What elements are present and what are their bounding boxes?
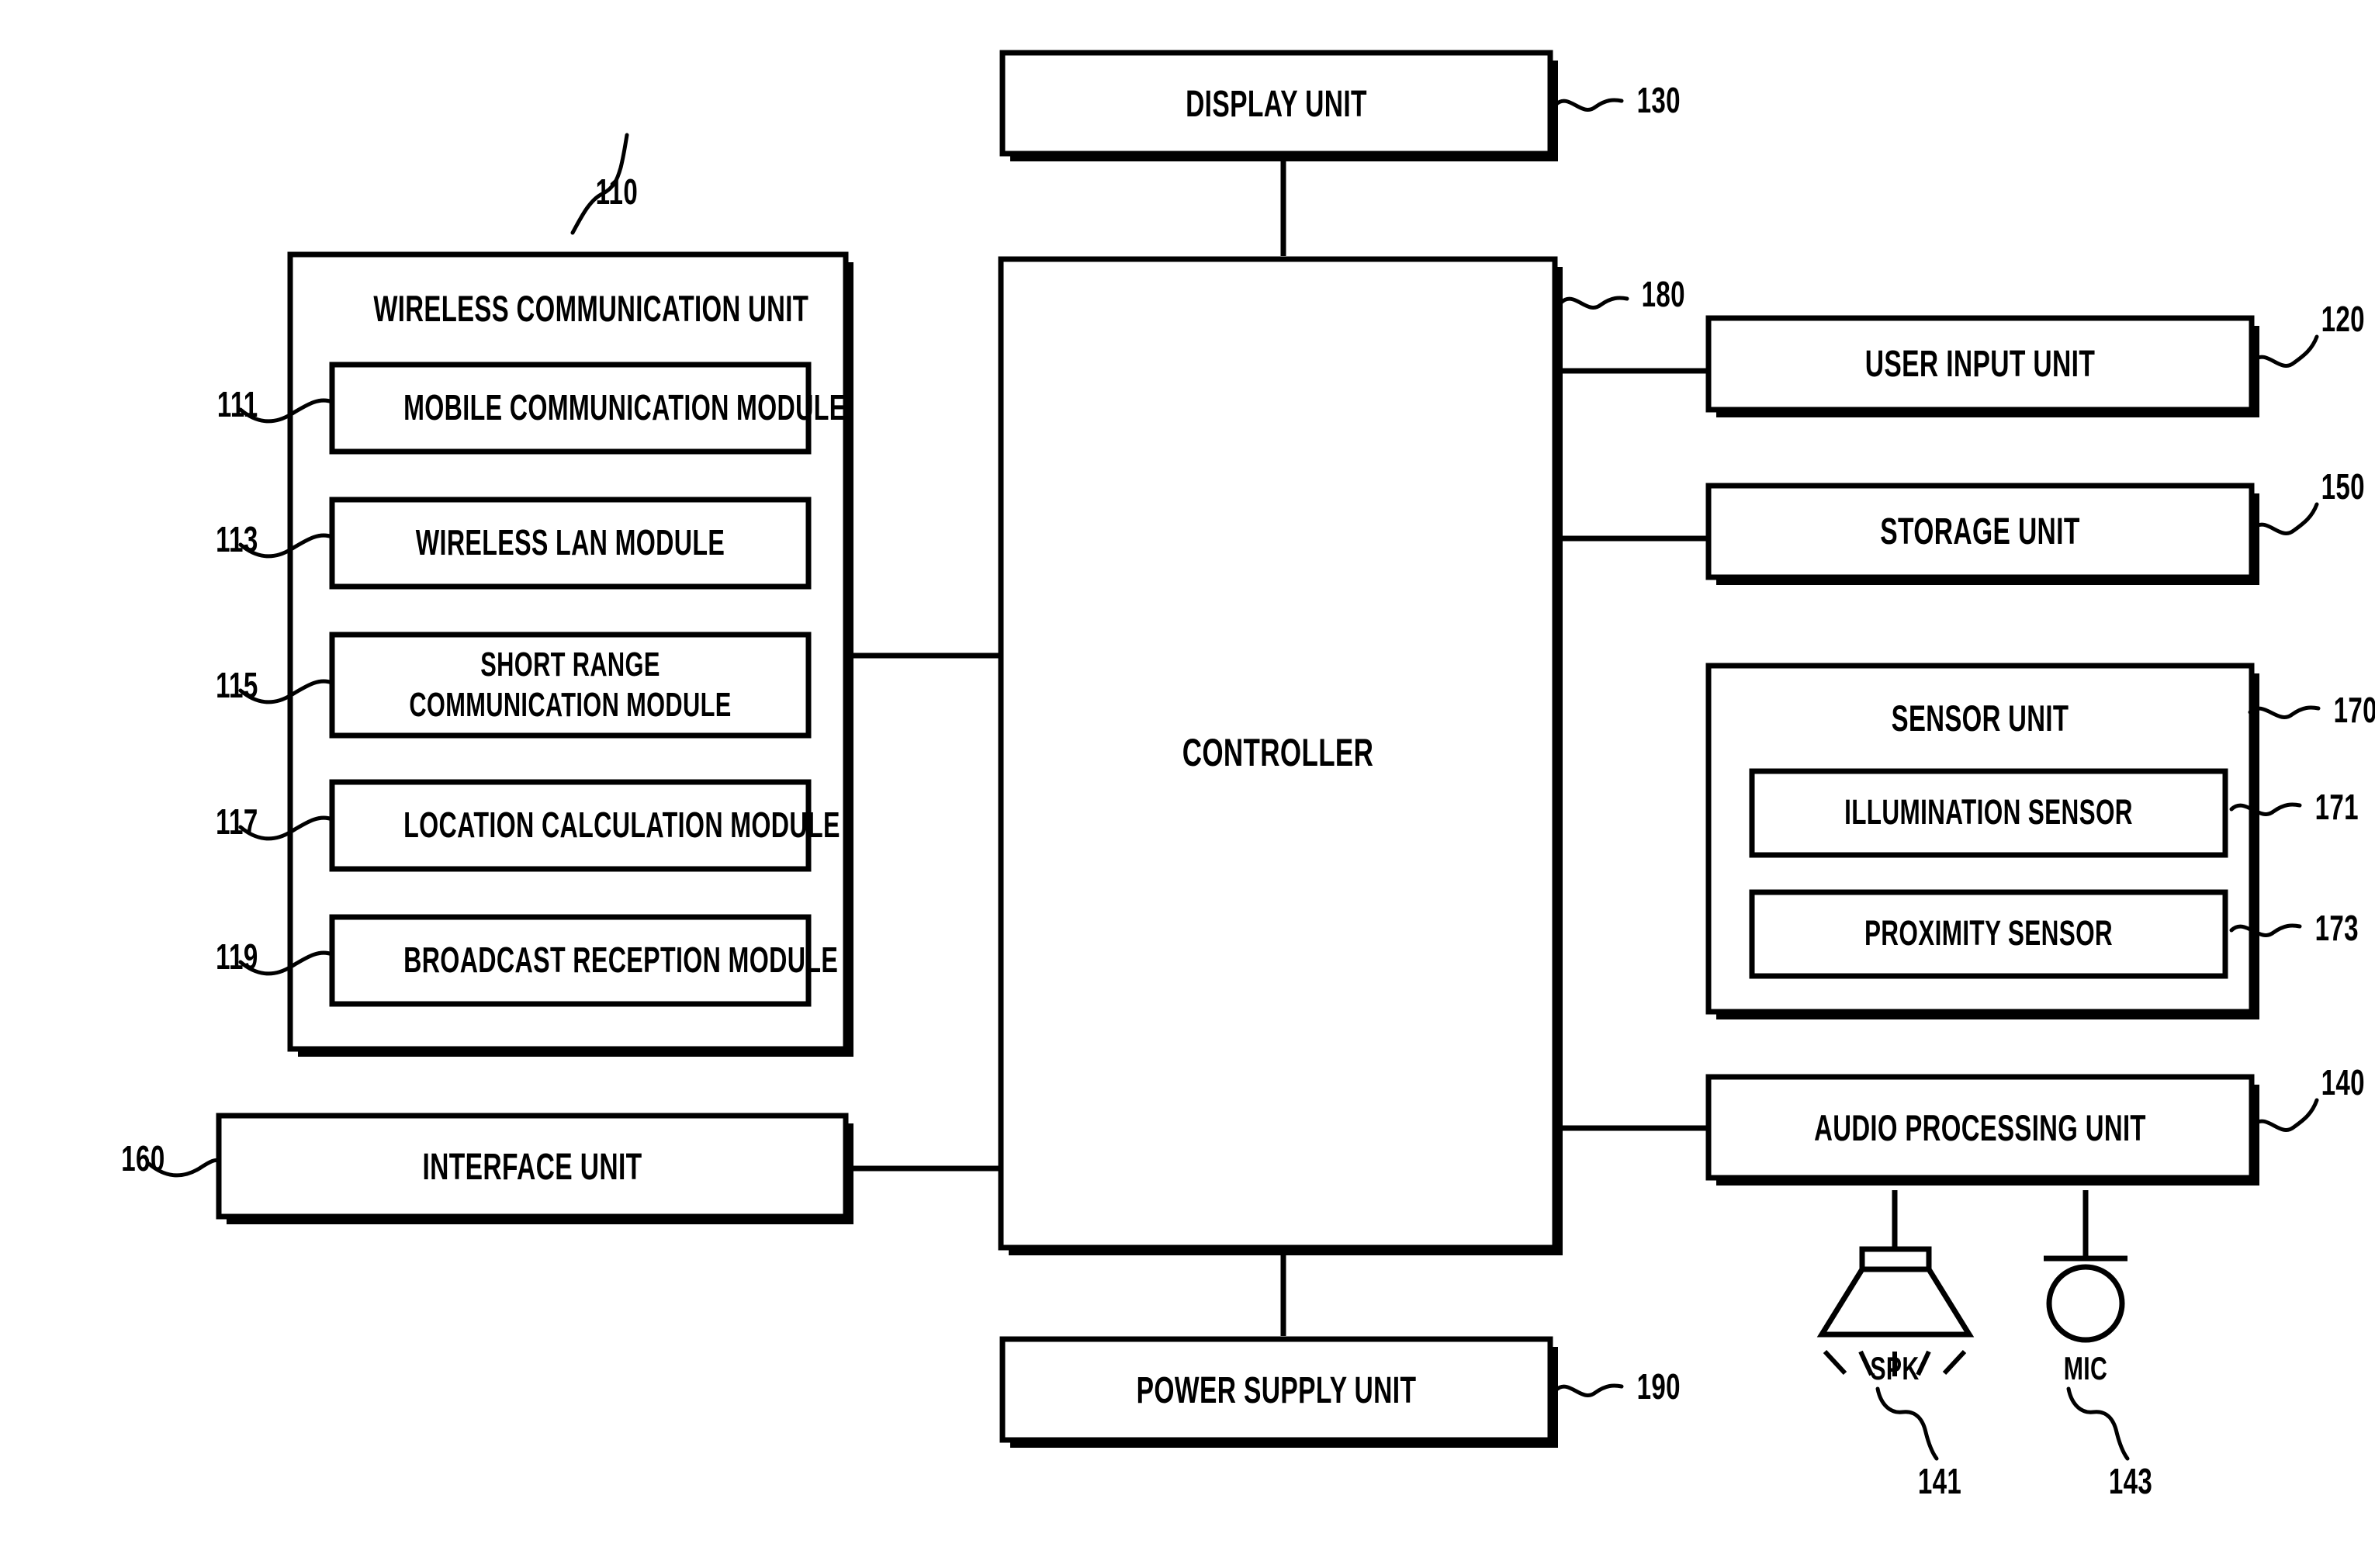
ref-130: 130 [1636, 80, 1681, 120]
microphone-label: MIC [2063, 1350, 2108, 1386]
block-diagram-svg [0, 0, 2375, 1568]
illumination-sensor-label: ILLUMINATION SENSOR [1844, 792, 2133, 832]
ref-119: 119 [216, 936, 258, 977]
location-calc-label: LOCATION CALCULATION MODULE [403, 805, 840, 845]
speaker-label: SPK [1870, 1350, 1920, 1386]
ref-173: 173 [2314, 908, 2359, 948]
ref-171: 171 [2314, 787, 2359, 827]
short-range-label-line2: COMMUNICATION MODULE [409, 686, 732, 724]
wireless-unit-label: WIRELESS COMMUNICATION UNIT [373, 288, 809, 329]
mobile-comm-label: MOBILE COMMUNICATION MODULE [403, 387, 846, 427]
sensor-unit-label: SENSOR UNIT [1891, 697, 2069, 739]
proximity-sensor-label: PROXIMITY SENSOR [1864, 913, 2114, 953]
audio-unit-label: AUDIO PROCESSING UNIT [1814, 1107, 2146, 1148]
interface-unit-label: INTERFACE UNIT [422, 1147, 642, 1188]
ref-120: 120 [2321, 299, 2365, 339]
wlan-label: WIRELESS LAN MODULE [415, 522, 725, 562]
ref-117: 117 [216, 801, 258, 842]
user-input-label: USER INPUT UNIT [1864, 344, 2096, 385]
ref-110: 110 [595, 171, 639, 212]
broadcast-label: BROADCAST RECEPTION MODULE [403, 940, 839, 980]
ref-140: 140 [2321, 1062, 2365, 1102]
ref-160: 160 [121, 1138, 165, 1179]
display-unit-label: DISPLAY UNIT [1186, 84, 1367, 125]
ref-115: 115 [216, 665, 258, 705]
ref-170: 170 [2333, 690, 2375, 730]
ref-190: 190 [1636, 1366, 1681, 1407]
short-range-label-line1: SHORT RANGE [480, 646, 660, 684]
patent-figure-canvas: DISPLAY UNIT 130 CONTROLLER 180 WIRELESS… [0, 0, 2375, 1568]
power-supply-label: POWER SUPPLY UNIT [1136, 1370, 1417, 1411]
storage-unit-label: STORAGE UNIT [1880, 511, 2080, 552]
ref-150: 150 [2321, 466, 2365, 507]
controller-label: CONTROLLER [1182, 731, 1374, 774]
ref-141: 141 [1917, 1461, 1962, 1501]
ref-180: 180 [1641, 274, 1685, 314]
ref-113: 113 [216, 519, 258, 559]
ref-111: 111 [216, 384, 258, 424]
ref-143: 143 [2108, 1461, 2153, 1501]
